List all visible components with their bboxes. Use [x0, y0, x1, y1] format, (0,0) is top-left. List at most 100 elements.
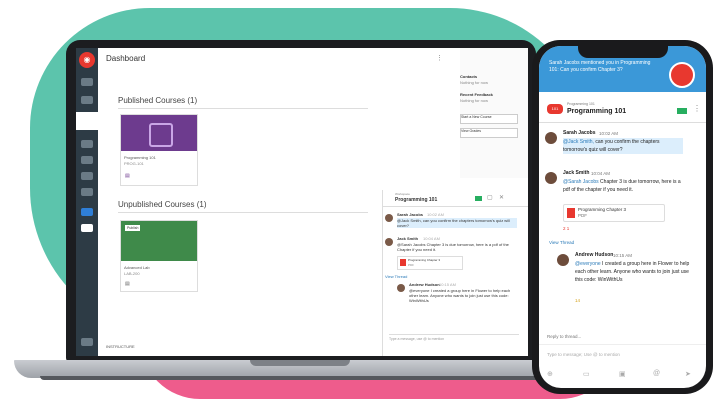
- file-type: PDF: [578, 213, 587, 218]
- admin-nav-icon[interactable]: [81, 96, 93, 104]
- close-icon[interactable]: ✕: [499, 194, 504, 201]
- file-name: Programming Chapter 3: [578, 207, 627, 212]
- avatar: [385, 214, 393, 222]
- avatar: [385, 238, 393, 246]
- send-icon[interactable]: ➤: [685, 370, 691, 378]
- inbox-nav-icon[interactable]: [81, 188, 93, 196]
- course-title: Programming 101: [567, 108, 627, 115]
- chat-course-label: Workspace: [395, 192, 410, 196]
- divider: [118, 212, 368, 213]
- video-call-icon[interactable]: [475, 196, 482, 201]
- file-name: Programming Chapter 3: [408, 258, 441, 262]
- reaction-count[interactable]: 14: [575, 298, 580, 303]
- announcement-icon[interactable]: ▤: [125, 173, 130, 179]
- avatar: [545, 172, 557, 184]
- course-card-published[interactable]: Programming 101 PROG-101 ▤: [120, 114, 198, 186]
- pdf-icon: [567, 208, 575, 218]
- global-nav: ◉: [76, 48, 98, 356]
- message-text: @everyone I created a group here in Flow…: [409, 288, 511, 303]
- message-author: Andrew Hudson: [575, 252, 614, 258]
- chat-message-input[interactable]: Type a message, use @ to mention: [389, 334, 519, 345]
- message-time: 10:02 AM: [427, 212, 444, 217]
- attach-icon[interactable]: ⊕: [547, 370, 553, 378]
- collapse-nav-icon[interactable]: [81, 338, 93, 346]
- published-courses-title: Published Courses (1): [118, 96, 198, 105]
- divider: [118, 108, 368, 109]
- message-author: Sarah Jacobs: [397, 212, 424, 217]
- notification-text: Sarah Jacobs mentioned you in Programmin…: [549, 60, 651, 73]
- view-thread-link[interactable]: View Thread: [549, 240, 574, 245]
- course-card-name: Programming 101: [124, 155, 156, 160]
- message-text: @Sarah Jacobs Chapter 3 is due tomorrow,…: [397, 242, 509, 252]
- chat-course-title: Programming 101: [395, 197, 438, 203]
- avatar: [545, 132, 557, 144]
- message-time: 10:04 AM: [423, 236, 440, 241]
- message-author: Jack Smith: [563, 170, 590, 176]
- view-grades-button[interactable]: View Grades: [460, 128, 518, 138]
- file-attachment[interactable]: Programming Chapter 3 PDF: [397, 256, 463, 270]
- unpublished-courses-title: Unpublished Courses (1): [118, 200, 207, 209]
- course-label: Programming 101: [567, 102, 595, 106]
- message-text: @Jack Smith, can you confirm the chapter…: [397, 218, 517, 228]
- mention[interactable]: @Sarah Jacobs: [563, 179, 599, 185]
- message-text: @Sarah Jacobs Chapter 3 is due tomorrow,…: [563, 178, 683, 194]
- more-options-icon[interactable]: ⋮: [693, 104, 701, 113]
- recent-feedback-empty-text: Nothing for now: [460, 98, 489, 103]
- video-call-icon[interactable]: [677, 108, 687, 114]
- message-time: 10:15 AM: [613, 253, 633, 258]
- calendar-nav-icon[interactable]: [81, 172, 93, 180]
- dashboard-nav-icon[interactable]: [76, 112, 98, 130]
- message-time: 10:15 AM: [439, 282, 456, 287]
- recent-feedback-heading: Recent Feedback: [460, 92, 493, 97]
- mention[interactable]: @everyone: [575, 261, 601, 267]
- course-card-unpublished[interactable]: Publish Advanced Lab LAB-200 ▤: [120, 220, 198, 292]
- laptop-foot: [40, 376, 560, 380]
- message-text: @Jack Smith, can you confirm the chapter…: [563, 138, 683, 154]
- file-attachment[interactable]: Programming Chapter 3 PDF: [563, 204, 665, 222]
- avatar: [557, 254, 569, 266]
- start-new-course-button[interactable]: Start a New Course: [460, 114, 518, 124]
- back-badge[interactable]: 101: [547, 104, 563, 114]
- page-title: Dashboard: [106, 54, 146, 63]
- publish-badge[interactable]: Publish: [125, 225, 141, 231]
- more-options-icon[interactable]: ⋮: [436, 54, 443, 62]
- message-time: 10:04 AM: [591, 171, 611, 176]
- phone-screen: Sarah Jacobs mentioned you in Programmin…: [539, 46, 706, 388]
- message-author: Andrew Hudson: [409, 282, 440, 287]
- contacts-heading: Contacts: [460, 74, 478, 79]
- message-text: @everyone I created a group here in Flow…: [575, 260, 691, 284]
- reply-thread-input[interactable]: Reply to thread...: [547, 334, 581, 339]
- commons-nav-icon[interactable]: [81, 208, 93, 216]
- help-nav-icon[interactable]: [81, 224, 93, 232]
- message-input[interactable]: Type to message; Use @ to mention: [547, 352, 620, 357]
- message-author: Jack Smith: [397, 236, 419, 241]
- image-icon[interactable]: ▭: [583, 370, 590, 378]
- file-type: PDF: [408, 263, 414, 267]
- groups-nav-icon[interactable]: [81, 156, 93, 164]
- divider: [539, 344, 706, 345]
- course-card-name: Advanced Lab: [124, 265, 150, 270]
- mention[interactable]: @Jack Smith,: [563, 139, 594, 145]
- gif-icon[interactable]: ▣: [619, 370, 626, 378]
- canvas-logo-icon[interactable]: ◉: [79, 52, 95, 68]
- announcement-icon[interactable]: ▤: [125, 281, 130, 287]
- phone-notch: [578, 46, 668, 58]
- message-author: Sarah Jacobs: [563, 130, 596, 136]
- chat-panel: Workspace Programming 101 ▢ ✕ Sarah Jaco…: [382, 190, 528, 356]
- contacts-empty-text: Nothing for now: [460, 80, 489, 85]
- mention-icon[interactable]: @: [653, 370, 660, 377]
- app-logo-icon: [669, 62, 695, 88]
- laptop-screen: ◉ Dashboard ⋮ Published Courses (1) Prog…: [76, 48, 528, 356]
- right-sidebar: Contacts Nothing for now Recent Feedback…: [460, 48, 528, 178]
- view-thread-link[interactable]: View Thread: [385, 274, 407, 279]
- expand-icon[interactable]: ▢: [487, 194, 493, 201]
- courses-nav-icon[interactable]: [81, 140, 93, 148]
- course-card-code: LAB-200: [124, 271, 140, 276]
- message-time: 10:02 AM: [599, 131, 619, 136]
- course-grid-icon: [149, 123, 173, 147]
- account-nav-icon[interactable]: [81, 78, 93, 86]
- course-card-image: [121, 115, 197, 151]
- course-card-code: PROG-101: [124, 161, 144, 166]
- reactions[interactable]: 2 1: [563, 226, 569, 231]
- laptop-notch: [250, 360, 350, 366]
